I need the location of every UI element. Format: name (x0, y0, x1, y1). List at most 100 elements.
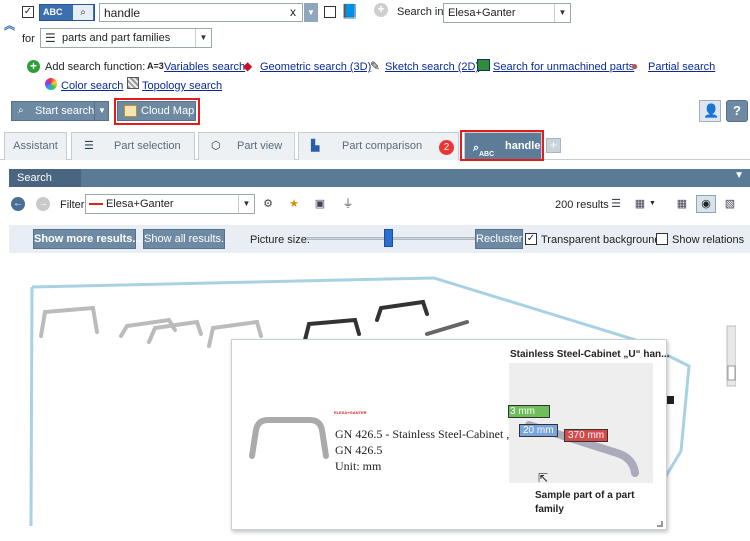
handle-thumb[interactable] (425, 320, 469, 336)
add-tab-button[interactable]: + (546, 138, 561, 153)
search-in-value: Elesa+Ganter (448, 7, 516, 19)
chevron-down-icon: ▼ (195, 29, 211, 47)
settings-icon[interactable]: ⚙ (261, 197, 275, 211)
dimension-2: 20 mm (519, 424, 558, 437)
favorite-icon[interactable]: ★ (287, 197, 301, 211)
tab-part-comparison-label: Part comparison (342, 140, 423, 152)
tab-assistant-label: Assistant (13, 140, 58, 152)
handle-thumb[interactable] (39, 305, 99, 338)
table-view-icon[interactable]: ▦ (633, 197, 647, 211)
scrollbar-thumb[interactable] (727, 365, 736, 381)
search-in-select[interactable]: Elesa+Ganter ▼ (443, 3, 571, 23)
filter-icon (89, 203, 103, 205)
handle-thumb[interactable] (303, 317, 361, 342)
variables-search-link[interactable]: Variables search (164, 61, 245, 73)
show-all-button[interactable]: Show all results... (143, 229, 230, 249)
dimension-1: 3 mm (508, 405, 550, 418)
cloud-view-icon[interactable]: ◉ (696, 195, 716, 213)
start-search-button[interactable]: ⌕ Start search ▼ (11, 101, 109, 121)
book-checkbox[interactable] (324, 6, 336, 18)
for-select[interactable]: ☰ parts and part families ▼ (40, 28, 212, 48)
resize-handle[interactable] (657, 521, 663, 527)
funnel-icon[interactable]: ⏚ (341, 197, 355, 211)
user-settings-icon: 👤 (703, 103, 720, 118)
chevron-down-icon[interactable]: ▼ (649, 200, 656, 207)
start-search-label: Start search (35, 105, 95, 117)
handle-tab-highlight (460, 130, 544, 161)
plus-green-icon: + (27, 60, 40, 73)
forward-icon[interactable]: → (36, 197, 50, 211)
tab-part-comparison[interactable]: ▙ Part comparison 2 (298, 132, 459, 160)
help-button[interactable]: ? (726, 100, 748, 122)
user-settings-button[interactable]: 👤 (699, 100, 721, 122)
filter-value: Elesa+Ganter (106, 198, 174, 210)
add-circle-icon[interactable]: + (374, 3, 388, 17)
part-comparison-icon: ▙ (311, 140, 320, 152)
search-mode-toggle[interactable]: ABC ⌕ (39, 4, 95, 21)
sketch-search-link[interactable]: Sketch search (2D) (385, 61, 479, 73)
part-selection-icon: ☰ (84, 140, 94, 152)
dropdown-arrow-icon[interactable]: ▼ (304, 3, 318, 22)
list-view-icon[interactable]: ☰ (609, 197, 623, 211)
variables-icon: A=3 (147, 61, 164, 71)
save-icon[interactable]: ▣ (313, 197, 327, 211)
abc-icon: ABC (43, 7, 63, 17)
cloud-map-highlight (114, 98, 200, 125)
tab-part-view-label: Part view (237, 140, 283, 152)
brand-logo: ELESA+GANTER (334, 410, 367, 415)
color-search-link[interactable]: Color search (61, 80, 123, 92)
search-input[interactable]: handle x (99, 3, 303, 22)
search-icon: ⌕ (18, 105, 24, 116)
picture-size-label: Picture size: (250, 234, 310, 246)
filter-label: Filter: (60, 199, 88, 211)
chevron-down-icon[interactable]: ▼ (734, 170, 744, 181)
preview-title: Stainless Steel-Cabinet „U“ han... (510, 349, 670, 360)
part-thumbnail (249, 417, 329, 459)
preview-image: 3 mm 20 mm 370 mm ⇱ (508, 363, 653, 485)
transparent-bg-checkbox[interactable]: ✓ (525, 233, 537, 245)
cursor-icon: ⇱ (538, 471, 549, 485)
partial-icon: ● (631, 59, 639, 73)
chevron-down-icon: ▼ (238, 195, 254, 213)
cloud-outline-left (29, 286, 34, 527)
collapse-icon[interactable]: ︽ (4, 17, 15, 33)
grid-view-icon[interactable]: ▦ (675, 197, 689, 211)
search-mode-icon: ⌕ (73, 5, 93, 20)
slider-thumb[interactable] (384, 229, 393, 247)
chevron-down-icon[interactable]: ▼ (94, 102, 109, 120)
panel-title: Search result (9, 169, 81, 202)
dimension-3: 370 mm (564, 429, 609, 442)
partial-search-link[interactable]: Partial search (648, 61, 715, 73)
unmachined-icon (477, 59, 490, 71)
handle-thumb[interactable] (375, 299, 429, 322)
for-value: parts and part families (62, 32, 171, 44)
show-relations-checkbox[interactable] (656, 233, 668, 245)
part-title: GN 426.5 - Stainless Steel-Cabinet „U“ (335, 427, 526, 441)
topology-search-link[interactable]: Topology search (142, 80, 222, 92)
geometric-search-link[interactable]: Geometric search (3D) (260, 61, 371, 73)
geometric-icon: ◆ (243, 59, 253, 73)
show-more-button[interactable]: Show more results... (33, 229, 142, 249)
search-input-value: handle (104, 6, 141, 20)
chevron-down-icon: ▼ (554, 4, 570, 22)
search-checkbox[interactable]: ✓ (22, 6, 34, 18)
tab-part-view[interactable]: ⬡ Part view (198, 132, 295, 160)
unmachined-search-link[interactable]: Search for unmachined parts (493, 61, 634, 73)
help-icon: ? (733, 103, 741, 118)
comparison-badge: 2 (439, 140, 454, 155)
tab-part-selection[interactable]: ☰ Part selection (71, 132, 195, 160)
back-icon[interactable]: ← (11, 197, 25, 211)
tab-assistant[interactable]: Assistant (4, 132, 67, 160)
sketch-icon: ✎ (370, 59, 381, 73)
clear-icon[interactable]: x (290, 5, 296, 19)
filter-select[interactable]: Elesa+Ganter ▼ (85, 194, 255, 214)
folder-icon: ☰ (45, 31, 56, 45)
part-code: GN 426.5 (335, 443, 383, 457)
image-view-icon[interactable]: ▧ (723, 197, 737, 211)
book-icon[interactable]: 📘 (341, 3, 358, 20)
show-relations-label: Show relations (672, 234, 745, 246)
search-in-label: Search in (397, 6, 444, 18)
recluster-button[interactable]: Recluster (475, 229, 523, 249)
color-icon (45, 78, 57, 90)
search-result-header: Search result ▼ (9, 169, 750, 202)
